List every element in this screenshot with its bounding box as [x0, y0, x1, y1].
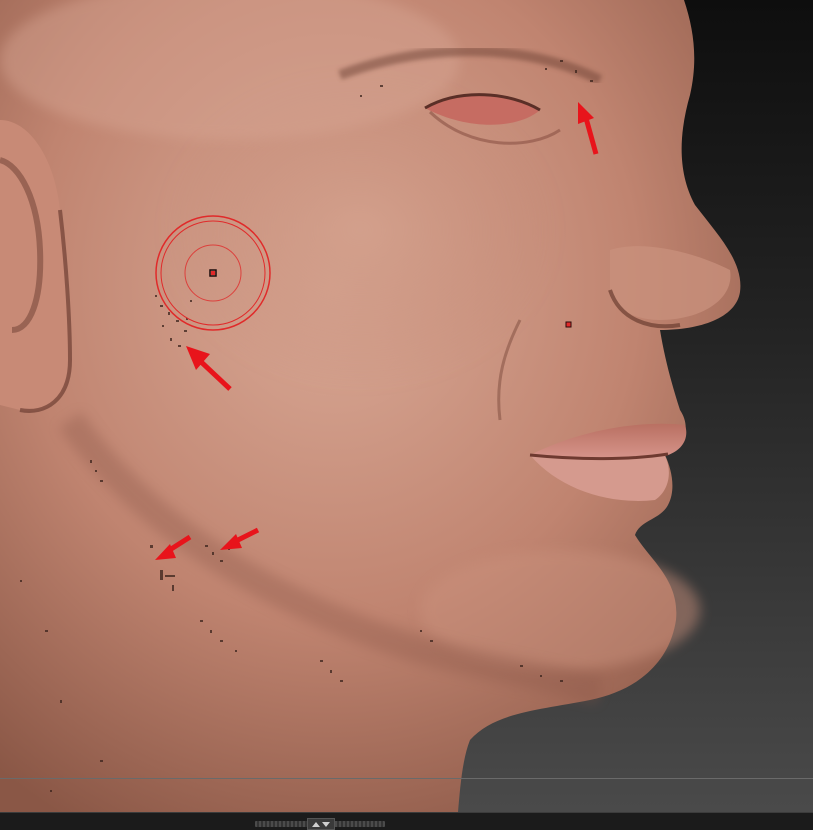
triangle-down-icon — [322, 821, 330, 827]
3d-viewport[interactable] — [0, 0, 813, 812]
triangle-up-icon — [312, 821, 320, 827]
up-down-triangles-icon[interactable] — [307, 818, 335, 830]
marker-point — [565, 321, 572, 328]
canvas-edge-line — [0, 778, 813, 779]
sculpt-canvas[interactable] — [0, 0, 813, 812]
bottom-tray-bar — [0, 812, 813, 830]
